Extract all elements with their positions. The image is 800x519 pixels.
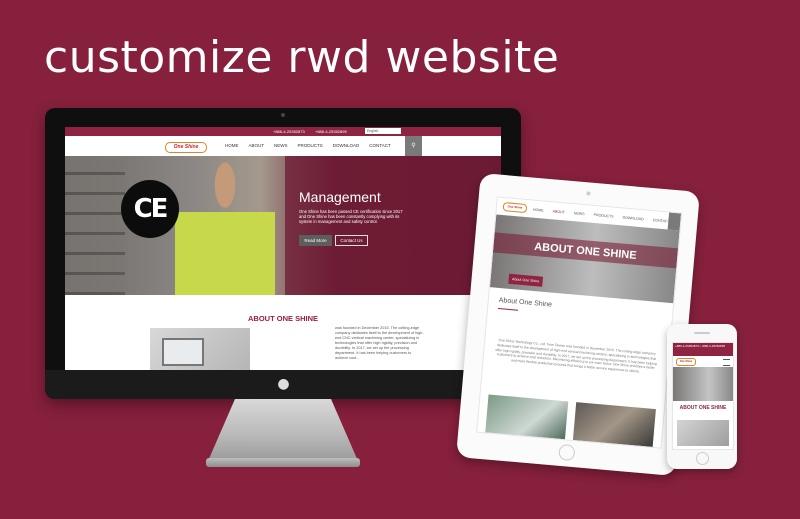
- search-icon[interactable]: ⚲: [405, 136, 422, 156]
- tablet-nav-products[interactable]: PRODUCTS: [593, 213, 613, 219]
- tablet-banner: ABOUT ONE SHINE About One Shine: [489, 214, 680, 304]
- tablet-screen: One Shine HOME ABOUT NEWS PRODUCTS DOWNL…: [476, 196, 683, 449]
- nav-about[interactable]: ABOUT: [249, 143, 265, 148]
- phone-banner: [673, 367, 733, 401]
- phone-device: +886-4-25352873 / +886-4-25352895 One Sh…: [667, 324, 737, 469]
- hero-overlay: [285, 156, 501, 295]
- phone-about-title: ABOUT ONE SHINE: [679, 405, 727, 411]
- tablet-factory-image-1: [485, 394, 569, 440]
- contact-us-button[interactable]: Contact Us: [335, 235, 368, 246]
- tablet-nav-download[interactable]: DOWNLOAD: [622, 215, 643, 221]
- phone-about-image: [677, 420, 729, 446]
- read-more-button[interactable]: Read More: [299, 235, 332, 246]
- apple-logo-icon: ●: [277, 376, 290, 392]
- about-text: was founded in December 2015. The cuttin…: [335, 326, 424, 360]
- tablet-factory-image-2: [572, 402, 656, 447]
- tablet-banner-tag[interactable]: About One Shine: [508, 273, 544, 287]
- tablet-home-button[interactable]: [558, 443, 576, 462]
- tablet-heading: About One Shine: [498, 297, 553, 309]
- hero-title: Management: [299, 189, 381, 205]
- headline: customize rwd website: [44, 32, 560, 83]
- webcam: [281, 113, 285, 117]
- tablet-device: One Shine HOME ABOUT NEWS PRODUCTS DOWNL…: [455, 172, 701, 477]
- nav-products[interactable]: PRODUCTS: [298, 143, 323, 148]
- phone-number-1[interactable]: +886-4-25352873: [273, 129, 305, 134]
- tablet-nav-news[interactable]: NEWS: [574, 211, 585, 216]
- monitor-chin: ●: [45, 370, 521, 399]
- monitor-stand: [208, 399, 358, 461]
- desktop-topbar: +886-4-25352873 +886-4-25352895 English: [65, 127, 501, 136]
- phone-speaker: [694, 332, 710, 334]
- tablet-heading-underline: [498, 307, 519, 311]
- tablet-logo[interactable]: One Shine: [502, 202, 528, 214]
- nav-news[interactable]: NEWS: [274, 143, 288, 148]
- phone-number-2[interactable]: +886-4-25352895: [315, 129, 347, 134]
- about-title: ABOUT ONE SHINE: [247, 314, 318, 323]
- desktop-navbar: One Shine HOME ABOUT NEWS PRODUCTS DOWNL…: [65, 136, 501, 157]
- ce-badge: CE: [121, 180, 179, 238]
- nav-contact[interactable]: CONTACT: [369, 143, 390, 148]
- tablet-search-icon[interactable]: [667, 212, 682, 231]
- phone-screen: +886-4-25352873 / +886-4-25352895 One Sh…: [672, 342, 734, 450]
- tablet-camera: [586, 191, 591, 196]
- hero-description: One Shine has been passed CE certificati…: [299, 209, 403, 225]
- machine-panel: [162, 338, 204, 366]
- phone-logo[interactable]: One Shine: [676, 358, 696, 366]
- tablet-nav-about[interactable]: ABOUT: [552, 209, 565, 214]
- logo[interactable]: One Shine: [165, 142, 207, 153]
- nav-home[interactable]: HOME: [225, 143, 239, 148]
- monitor-stand-base: [206, 458, 360, 467]
- hamburger-menu-icon[interactable]: [723, 359, 730, 366]
- desktop-nav-links: HOME ABOUT NEWS PRODUCTS DOWNLOAD CONTAC…: [225, 143, 401, 148]
- phone-home-button[interactable]: [696, 452, 709, 465]
- hero-banner: CE Management One Shine has been passed …: [65, 156, 501, 295]
- phone-topbar: +886-4-25352873 / +886-4-25352895: [673, 343, 733, 356]
- worker-image: [175, 161, 275, 295]
- desktop-monitor: +886-4-25352873 +886-4-25352895 English …: [45, 108, 521, 399]
- tablet-nav-home[interactable]: HOME: [533, 208, 544, 213]
- about-machine-image: [150, 328, 250, 375]
- nav-download[interactable]: DOWNLOAD: [333, 143, 360, 148]
- warehouse-shelf-image: [65, 156, 125, 295]
- tablet-paragraph: One Shine Technology Co., Ltd. from Taiw…: [495, 338, 658, 374]
- language-select[interactable]: English: [365, 128, 401, 134]
- desktop-screen: +886-4-25352873 +886-4-25352895 English …: [65, 127, 501, 375]
